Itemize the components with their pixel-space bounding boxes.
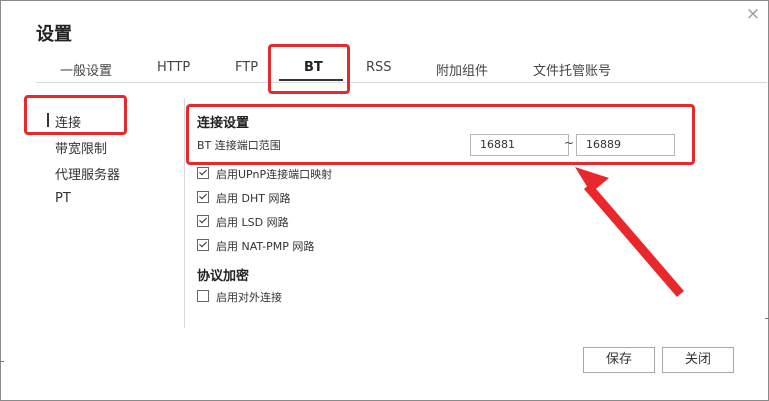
save-button[interactable]: 保存 (583, 347, 655, 373)
tab-general[interactable]: 一般设置 (60, 60, 112, 79)
lsd-checkbox[interactable] (197, 215, 209, 227)
dht-checkbox[interactable] (197, 191, 209, 203)
annotation-highlight-port-range (186, 104, 695, 165)
upnp-checkbox[interactable] (197, 167, 209, 179)
lsd-label: 启用 LSD 网路 (216, 216, 289, 229)
annotation-highlight-sidebar (24, 95, 127, 135)
close-icon[interactable]: × (745, 6, 761, 23)
tab-http[interactable]: HTTP (157, 60, 190, 75)
tab-ftp[interactable]: FTP (235, 60, 258, 75)
sidebar-item-pt[interactable]: PT (55, 191, 71, 206)
tab-divider (36, 82, 767, 83)
dht-label: 启用 DHT 网路 (216, 192, 291, 205)
outgoing-encryption-checkbox[interactable] (197, 290, 209, 302)
tab-addons[interactable]: 附加组件 (436, 60, 488, 79)
sidebar-item-bandwidth-limit[interactable]: 带宽限制 (55, 138, 107, 157)
nat-pmp-checkbox[interactable] (197, 239, 209, 251)
outgoing-encryption-label: 启用对外连接 (216, 291, 282, 304)
tab-file-hosting-accounts[interactable]: 文件托管账号 (533, 60, 611, 79)
encryption-section-title: 协议加密 (197, 269, 250, 284)
nat-pmp-label: 启用 NAT-PMP 网路 (216, 240, 315, 253)
tab-bar: 一般设置 HTTP FTP BT RSS 附加组件 文件托管账号 (0, 58, 769, 80)
annotation-highlight-tab (268, 44, 350, 94)
dialog-title: 设置 (36, 24, 72, 45)
sidebar-divider (184, 98, 185, 328)
edge-tick (765, 318, 769, 319)
upnp-label: 启用UPnP连接端口映射 (216, 168, 333, 181)
close-button[interactable]: 关闭 (662, 347, 734, 373)
tab-rss[interactable]: RSS (366, 60, 392, 75)
sidebar-item-proxy-server[interactable]: 代理服务器 (55, 164, 120, 183)
edge-tick (0, 361, 4, 362)
